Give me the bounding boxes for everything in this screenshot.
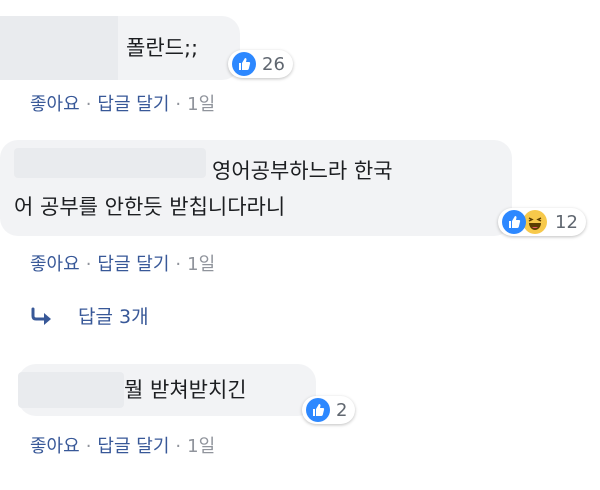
like-link[interactable]: 좋아요 — [30, 254, 80, 275]
view-replies-link[interactable]: 답글 3개 — [30, 302, 149, 329]
reply-link[interactable]: 답글 달기 — [97, 94, 169, 115]
redacted-name — [14, 148, 206, 178]
separator: · — [85, 436, 92, 457]
timestamp[interactable]: 1일 — [187, 254, 215, 275]
comment-bubble-1: 폴란드;; — [0, 16, 240, 80]
reply-arrow-icon — [31, 307, 51, 325]
reaction-count: 12 — [555, 211, 578, 233]
comment-text: 폴란드;; — [126, 36, 199, 60]
reaction-summary-3[interactable]: 2 — [302, 396, 356, 424]
reaction-count: 26 — [262, 53, 285, 75]
comment-actions-2: 좋아요 · 답글 달기 · 1일 — [30, 250, 215, 276]
comment-text-line1: 영어공부하느라 한국 — [212, 159, 393, 183]
separator: · — [175, 254, 182, 275]
timestamp[interactable]: 1일 — [187, 94, 215, 115]
separator: · — [175, 436, 182, 457]
like-icon — [232, 52, 256, 76]
like-link[interactable]: 좋아요 — [30, 94, 80, 115]
comment-actions-3: 좋아요 · 답글 달기 · 1일 — [30, 432, 215, 458]
reply-link[interactable]: 답글 달기 — [97, 436, 169, 457]
comment-text: 뭘 받쳐받치긴 — [124, 378, 247, 402]
separator: · — [175, 94, 182, 115]
replies-count-label: 답글 3개 — [78, 306, 149, 328]
timestamp[interactable]: 1일 — [187, 436, 215, 457]
like-icon — [502, 210, 526, 234]
separator: · — [85, 94, 92, 115]
separator: · — [85, 254, 92, 275]
comment-text-line2: 어 공부를 안한듯 받칩니다라니 — [14, 195, 286, 219]
reaction-summary-2[interactable]: 12 — [498, 208, 586, 236]
reply-link[interactable]: 답글 달기 — [97, 254, 169, 275]
like-icon — [306, 398, 330, 422]
redacted-name — [0, 16, 118, 80]
reaction-count: 2 — [336, 399, 348, 421]
redacted-name — [18, 372, 124, 408]
reaction-summary-1[interactable]: 26 — [228, 50, 293, 78]
comment-bubble-3: 뭘 받쳐받치긴 — [18, 364, 316, 416]
comment-bubble-2: 영어공부하느라 한국 어 공부를 안한듯 받칩니다라니 — [0, 140, 512, 236]
like-link[interactable]: 좋아요 — [30, 436, 80, 457]
comment-actions-1: 좋아요 · 답글 달기 · 1일 — [30, 90, 215, 116]
